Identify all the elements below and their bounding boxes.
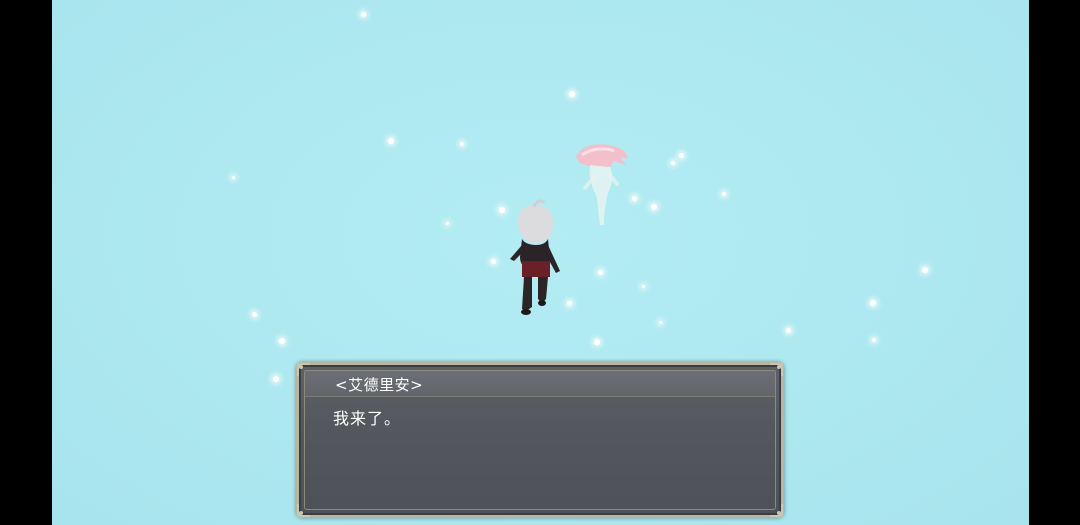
snow-particle	[446, 222, 449, 225]
dialog-message: 我来了。	[333, 409, 402, 428]
ornate-corner-icon	[770, 363, 783, 376]
ornate-corner-icon	[770, 504, 783, 517]
snow-particle	[679, 153, 684, 158]
snow-particle	[567, 301, 572, 306]
snow-particle	[232, 176, 235, 179]
snow-particle	[671, 161, 675, 165]
speaker-name: <艾德里安>	[335, 376, 424, 394]
snow-particle	[598, 270, 603, 275]
letterbox-left	[0, 0, 52, 525]
snow-particle	[870, 300, 876, 306]
white-haired-boy-character[interactable]	[504, 199, 566, 319]
snow-particle	[460, 142, 464, 146]
snow-particle	[632, 196, 637, 201]
snow-particle	[491, 259, 496, 264]
snow-particle	[651, 204, 657, 210]
snow-particle	[388, 138, 394, 144]
snow-particle	[252, 312, 257, 317]
snow-particle	[722, 192, 726, 196]
snow-particle	[922, 267, 928, 273]
snow-particle	[273, 376, 279, 382]
snow-particle	[786, 328, 791, 333]
snow-particle	[361, 12, 366, 17]
dialog-box[interactable]: <艾德里安> 我来了。	[296, 362, 784, 518]
letterbox-right	[1029, 0, 1080, 525]
snow-particle	[279, 338, 285, 344]
snow-particle	[594, 339, 600, 345]
ornate-corner-icon	[297, 504, 310, 517]
ornate-corner-icon	[297, 363, 310, 376]
snow-particle	[569, 91, 575, 97]
snow-particle	[642, 285, 645, 288]
snow-particle	[872, 338, 876, 342]
pink-spirit-character[interactable]	[570, 141, 632, 231]
snow-particle	[659, 321, 662, 324]
